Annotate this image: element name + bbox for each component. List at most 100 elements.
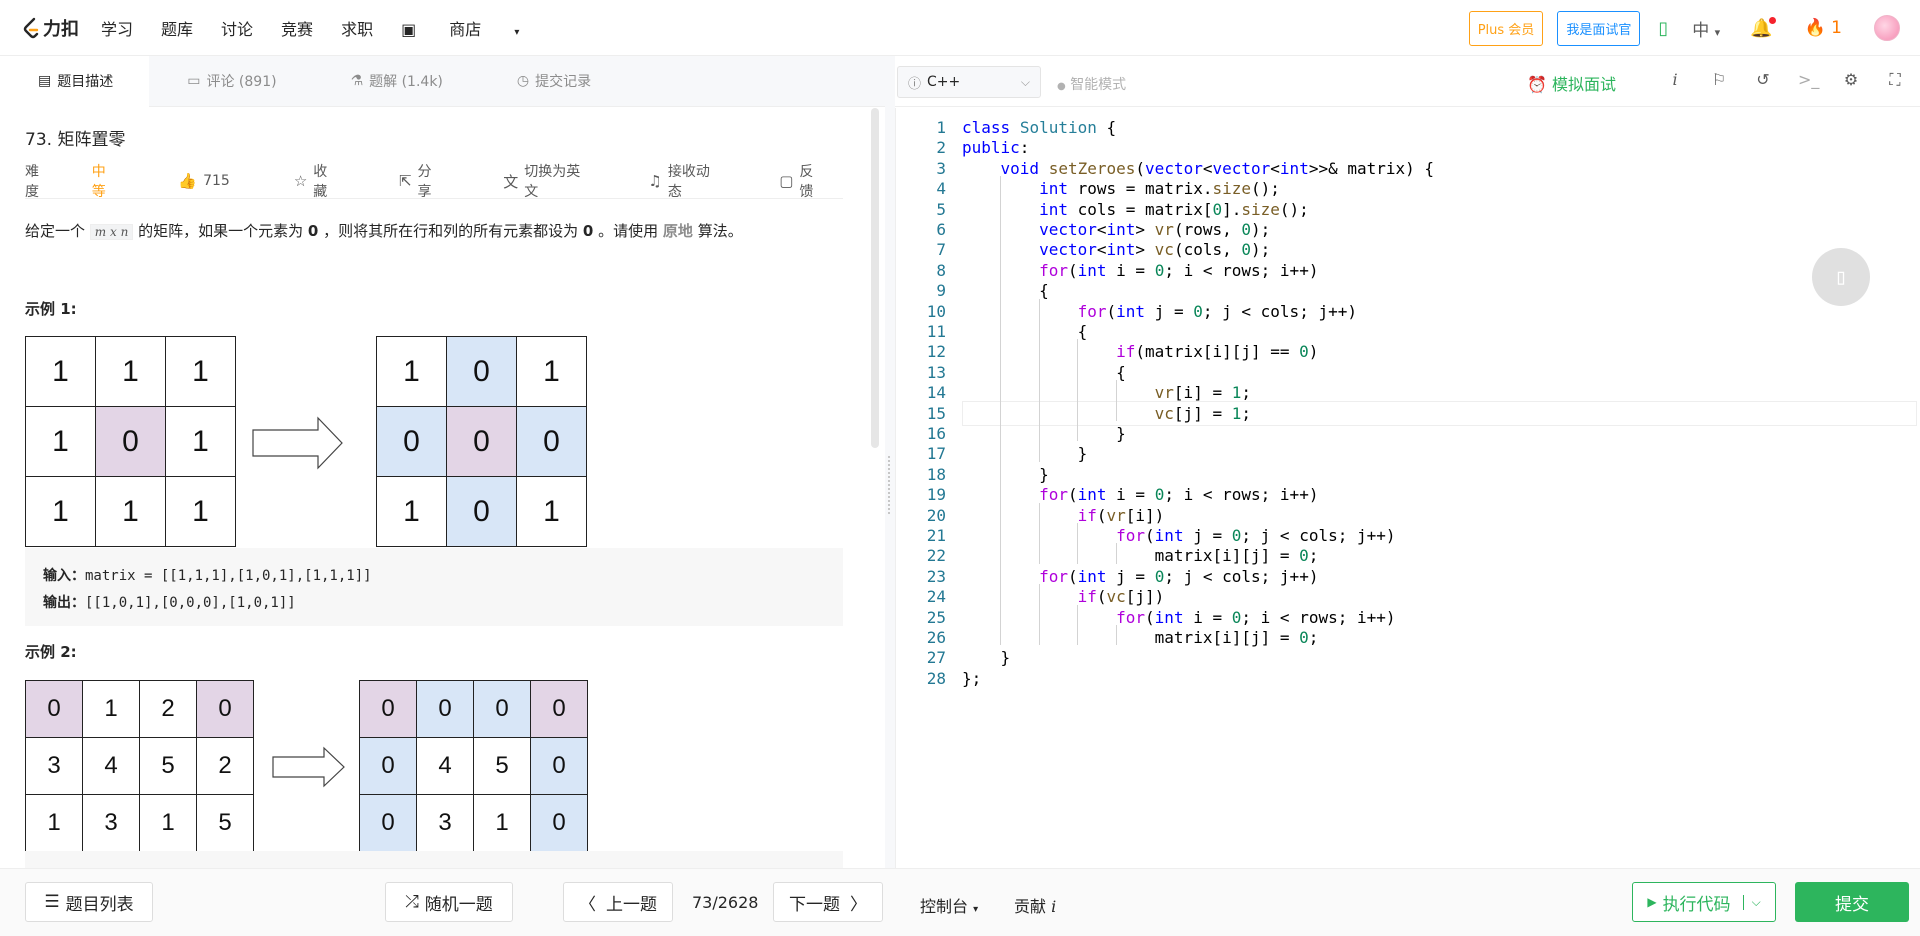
desc-text: 算法。: [697, 222, 743, 240]
top-right-actions: Plus 会员 我是面试官 ▯ 中 ▾ 🔔 🔥 1: [1468, 0, 1900, 56]
comment-icon: ▭: [187, 73, 201, 89]
grid-cell: 1: [517, 337, 587, 407]
tab-comments-label: 评论 (891): [206, 74, 277, 90]
drag-handle-icon: [888, 456, 890, 514]
smart-mode-toggle[interactable]: ● 智能模式: [1057, 74, 1126, 94]
desc-text: 。请使用: [598, 222, 659, 240]
example-2-io: [25, 851, 843, 868]
nav-shop[interactable]: ▣ 商店 ▾: [401, 16, 547, 40]
prev-problem-button[interactable]: 〈上一题: [563, 882, 673, 922]
input-value: matrix = [[1,1,1],[1,0,1],[1,1,1]]: [85, 568, 372, 584]
share-button[interactable]: ⇱ 分享: [399, 161, 471, 201]
tab-solutions[interactable]: ⚗ 题解 (1.4k): [313, 56, 479, 107]
fullscreen-icon[interactable]: ⛶: [1886, 70, 1904, 90]
console-label: 控制台: [920, 897, 969, 916]
nav-learn[interactable]: 学习: [101, 16, 133, 40]
left-scrollbar[interactable]: [871, 108, 879, 448]
inline-code: m x n: [89, 224, 134, 240]
plus-member-button[interactable]: Plus 会员: [1468, 10, 1544, 46]
line-number: 28: [926, 668, 946, 688]
grid-cell: 0: [96, 407, 166, 477]
submit-button[interactable]: 提交: [1795, 882, 1909, 922]
fire-icon: 🔥: [1804, 18, 1826, 38]
main-nav: 学习 题库 讨论 竞赛 求职 ▣ 商店 ▾: [101, 16, 575, 40]
grid-cell: 1: [140, 795, 197, 852]
bell-icon[interactable]: 🔔: [1750, 16, 1776, 39]
output-label: 输出：: [43, 594, 85, 610]
mobile-icon[interactable]: ▯: [1658, 18, 1668, 39]
settings-icon[interactable]: ⚙: [1842, 70, 1860, 90]
feedback-icon: ▢: [779, 172, 794, 190]
nav-jobs[interactable]: 求职: [341, 16, 373, 40]
grid-cell: 0: [417, 681, 474, 738]
smart-mode-label: 智能模式: [1070, 77, 1127, 93]
tab-comments[interactable]: ▭ 评论 (891): [149, 56, 312, 107]
translate-icon: 文: [503, 172, 519, 191]
difficulty: 难度 中等: [25, 161, 146, 201]
chevron-down-icon: ▾: [514, 26, 520, 38]
code-editor[interactable]: 1 class Solution {2 public: 3 void setZeroe…: [895, 108, 1920, 868]
clock-icon: ◷: [516, 73, 530, 89]
grid-cell: 2: [197, 738, 254, 795]
terminal-icon[interactable]: >_: [1798, 70, 1819, 90]
problem-tabs: ▤ 题目描述 ▭ 评论 (891) ⚗ 题解 (1.4k) ◷ 提交记录: [0, 55, 885, 107]
random-problem-button[interactable]: ⤮ 随机一题: [385, 882, 513, 922]
leetcode-logo[interactable]: 力扣: [22, 15, 79, 41]
flask-icon: ⚗: [350, 73, 364, 89]
desc-bold: 0: [307, 222, 319, 240]
random-label: 随机一题: [424, 894, 493, 915]
language-switch[interactable]: 中 ▾: [1692, 16, 1720, 41]
avatar[interactable]: [1874, 15, 1900, 41]
panel-resizer[interactable]: [885, 56, 895, 868]
flag-icon[interactable]: ⚐: [1710, 70, 1728, 90]
grid-cell: 3: [26, 738, 83, 795]
switch-language-button[interactable]: 文切换为英文: [503, 161, 616, 201]
grid-cell: 1: [166, 477, 236, 547]
grid-cell: 0: [447, 477, 517, 547]
subscribe-button[interactable]: ♫ 接收动态: [648, 161, 747, 201]
grid-cell: 0: [474, 681, 531, 738]
feedback-button[interactable]: ▢ 反馈: [779, 161, 853, 201]
tab-solutions-label: 题解 (1.4k): [369, 74, 443, 90]
contribute-label: 贡献: [1014, 897, 1047, 916]
info-italic-icon: i: [1051, 897, 1057, 916]
tab-description[interactable]: ▤ 题目描述: [0, 55, 150, 107]
feedback-label: 反馈: [799, 164, 814, 200]
streak-counter[interactable]: 🔥 1: [1805, 18, 1842, 38]
document-icon: ▤: [38, 73, 52, 89]
grid-cell: 1: [26, 407, 96, 477]
nav-problems[interactable]: 题库: [161, 16, 193, 40]
play-icon: ▶: [1647, 895, 1657, 909]
problem-list-button[interactable]: ☰ 题目列表: [25, 882, 153, 922]
run-code-button[interactable]: ▶ 执行代码 ⌵: [1632, 882, 1776, 922]
tab-submissions[interactable]: ◷ 提交记录: [479, 56, 627, 107]
interviewer-button[interactable]: 我是面试官: [1557, 10, 1641, 46]
reset-icon[interactable]: ↺: [1754, 70, 1772, 90]
grid-cell: 1: [517, 477, 587, 547]
shuffle-icon: ⤮: [405, 892, 419, 912]
grid-cell: 3: [417, 795, 474, 852]
example-1-input: 输入：matrix = [[1,1,1],[1,0,1],[1,1,1]]: [43, 562, 825, 589]
in-place-link[interactable]: 原地: [663, 222, 693, 240]
editor-toolbar: ⓘ C++ ⌵ ● 智能模式 ⏰ 模拟面试 i ⚐ ↺ >_ ⚙ ⛶: [895, 56, 1920, 107]
nav-discuss[interactable]: 讨论: [221, 16, 253, 40]
contribute-button[interactable]: 贡献 i: [1014, 893, 1056, 917]
bell-icon: ♫: [648, 172, 662, 190]
arrow-right-icon: [272, 746, 345, 788]
language-select[interactable]: ⓘ C++ ⌵: [897, 66, 1041, 98]
nav-contest[interactable]: 竞赛: [281, 16, 313, 40]
mock-interview-button[interactable]: ⏰ 模拟面试: [1527, 71, 1616, 95]
like-button[interactable]: 👍 715: [178, 161, 261, 201]
shop-label: 商店: [449, 19, 482, 39]
grid-cell: 1: [377, 337, 447, 407]
notebook-icon[interactable]: ▯: [1812, 248, 1870, 306]
favorite-button[interactable]: ☆ 收藏: [294, 161, 367, 201]
tab-description-label: 题目描述: [57, 74, 114, 90]
subscribe-label: 接收动态: [667, 164, 710, 200]
console-toggle[interactable]: 控制台 ▾: [920, 893, 978, 917]
grid-cell: 1: [474, 795, 531, 852]
run-label: 执行代码: [1662, 894, 1731, 915]
next-problem-button[interactable]: 下一题〉: [773, 882, 883, 922]
grid-cell: 0: [447, 407, 517, 477]
info-italic-icon[interactable]: i: [1666, 70, 1684, 90]
